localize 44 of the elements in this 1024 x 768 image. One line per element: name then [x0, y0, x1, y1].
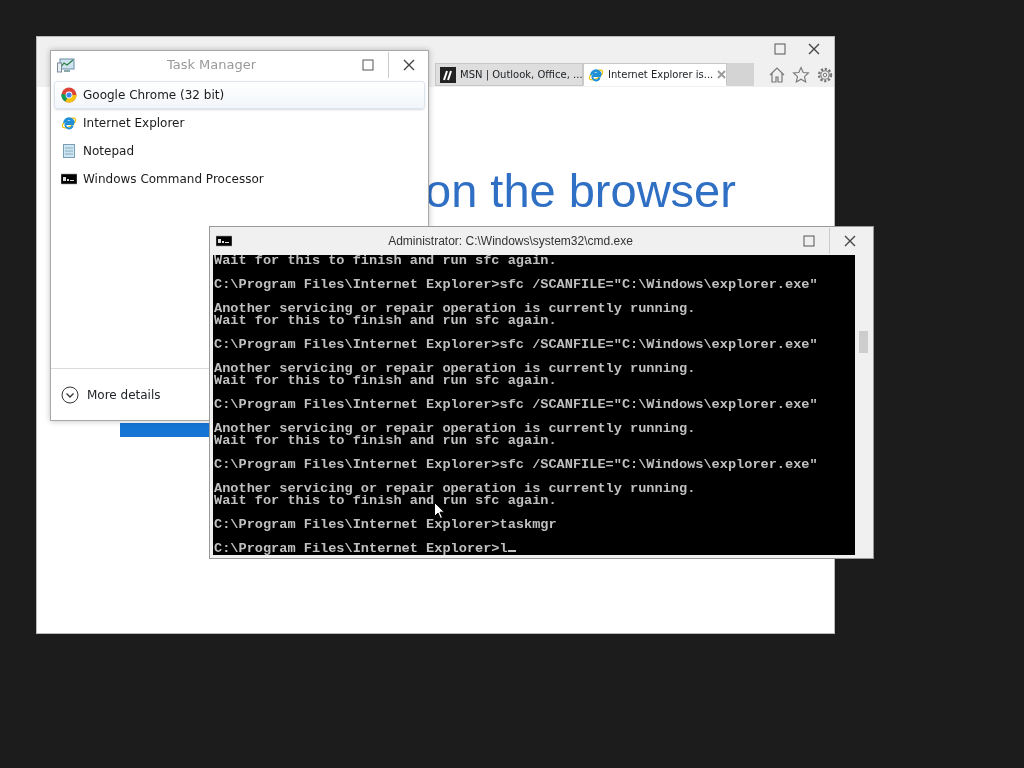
console-icon: [61, 171, 77, 187]
mouse-pointer-icon: [434, 502, 445, 519]
app-list-item[interactable]: Windows Command Processor: [54, 165, 425, 193]
console-line: C:\Program Files\Internet Explorer>sfc /SCANFILE="C:\Windows\explorer.exe": [214, 459, 819, 471]
console-line: Wait for this to finish and run sfc again.: [214, 435, 557, 447]
chevron-down-icon: [61, 385, 79, 404]
close-icon: [843, 235, 856, 247]
settings-icon[interactable]: [816, 66, 834, 84]
console-line: Wait for this to finish and run sfc again.: [214, 495, 557, 507]
close-icon: [402, 59, 415, 71]
maximize-icon: [362, 59, 374, 71]
console-line: Wait for this to finish and run sfc again.: [214, 315, 557, 327]
task-manager-icon: [57, 57, 75, 73]
console-line: C:\Program Files\Internet Explorer>taskmgr: [214, 519, 558, 531]
internet-explorer-icon: [588, 66, 605, 83]
close-tab-icon[interactable]: [717, 70, 727, 79]
star-icon[interactable]: [792, 66, 810, 84]
chrome-icon: [61, 87, 77, 103]
console-line: Another servicing or repair operation is currently running.: [214, 423, 697, 435]
page-heading: on the browser: [425, 167, 736, 214]
internet-explorer-icon: [61, 115, 77, 131]
maximize-icon: [803, 235, 815, 247]
app-list-item[interactable]: Internet Explorer: [54, 109, 425, 137]
app-list-item[interactable]: Notepad: [54, 137, 425, 165]
home-icon[interactable]: [768, 66, 786, 84]
browser-tab[interactable]: Internet Explorer is...: [583, 63, 727, 86]
window-title: Administrator: C:\Windows\system32\cmd.exe: [387, 233, 634, 250]
console-icon: [216, 233, 232, 249]
maximize-icon: [774, 43, 786, 55]
console-line: Another servicing or repair operation is currently running.: [214, 303, 697, 315]
more-details-button[interactable]: More details: [61, 385, 161, 404]
close-icon: [808, 43, 820, 55]
browser-tab[interactable]: MSN | Outlook, Office, ...: [435, 63, 584, 86]
console-line: Another servicing or repair operation is currently running.: [214, 363, 697, 375]
notepad-icon: [61, 143, 77, 159]
console-line: C:\Program Files\Internet Explorer>l: [214, 543, 855, 555]
console-line: C:\Program Files\Internet Explorer>sfc /SCANFILE="C:\Windows\explorer.exe": [214, 279, 819, 291]
console-line: Another servicing or repair operation is currently running.: [214, 483, 697, 495]
console-line: C:\Program Files\Internet Explorer>sfc /SCANFILE="C:\Windows\explorer.exe": [214, 339, 819, 351]
app-list-item[interactable]: Google Chrome (32 bit): [54, 81, 425, 109]
scrollbar-thumb[interactable]: [859, 331, 868, 353]
window-title: Task Manager: [165, 56, 258, 75]
console-line: C:\Program Files\Internet Explorer>sfc /SCANFILE="C:\Windows\explorer.exe": [214, 399, 819, 411]
console-line: Wait for this to finish and run sfc again.: [214, 375, 557, 387]
